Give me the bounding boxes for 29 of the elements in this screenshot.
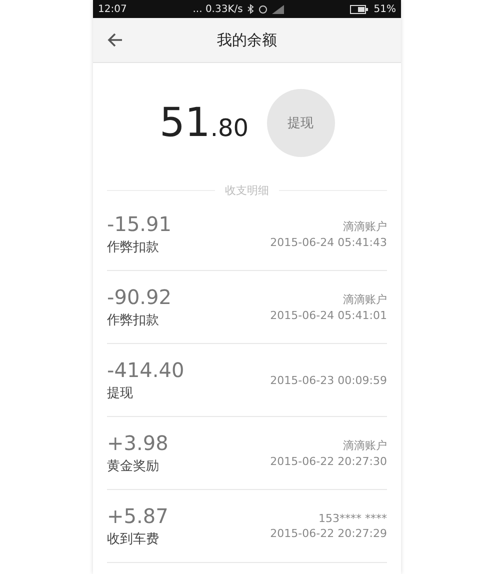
transaction-type: 提现 (107, 385, 134, 402)
transaction-type: 黄金奖励 (107, 458, 160, 475)
battery-level: 51% (374, 4, 396, 14)
transaction-time: 2015-06-22 20:27:29 (270, 527, 387, 540)
section-title: 收支明细 (225, 183, 269, 198)
transaction-time: 2015-06-24 05:41:43 (270, 236, 387, 249)
transaction-type: 作弊扣款 (107, 312, 160, 329)
transaction-amount: -414.40 (107, 358, 184, 382)
transaction-amount: +3.98 (107, 431, 168, 455)
transaction-amount: -15.91 (107, 212, 172, 236)
transaction-account: 滴滴账户 (343, 438, 387, 453)
transaction-time: 2015-06-24 05:41:01 (270, 309, 387, 322)
transaction-account: 滴滴账户 (343, 219, 387, 234)
transaction-time: 2015-06-22 20:27:30 (270, 455, 387, 468)
transaction-amount: -90.92 (107, 285, 172, 309)
transaction-type: 收到车费 (107, 531, 160, 548)
page-title: 我的余额 (216, 30, 278, 50)
balance-decimal: .80 (210, 114, 249, 142)
signal-icon (272, 4, 284, 14)
balance-integer: 51 (159, 100, 210, 146)
transaction-type: 作弊扣款 (107, 239, 160, 256)
bluetooth-icon (246, 4, 254, 14)
transaction-account: 153**** **** (318, 512, 387, 525)
transaction-account: 滴滴账户 (343, 292, 387, 307)
transaction-time: 2015-06-23 00:09:59 (270, 374, 387, 386)
transaction-amount: +5.87 (107, 504, 168, 528)
status-time: 12:07 (98, 4, 127, 14)
battery-icon (350, 4, 368, 14)
network-speed: ... 0.33K/s (192, 4, 243, 14)
